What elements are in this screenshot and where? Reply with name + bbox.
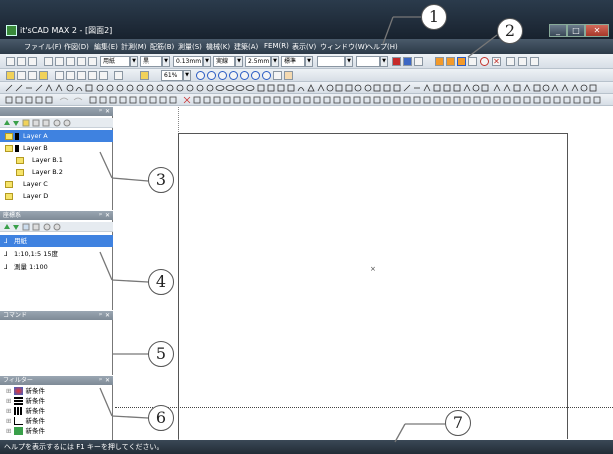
callout-leaders — [99, 16, 498, 443]
callout-7: 7 — [445, 410, 471, 436]
callout-3: 3 — [148, 167, 174, 193]
callout-5: 5 — [148, 341, 174, 367]
callout-4: 4 — [148, 269, 174, 295]
callout-1: 1 — [421, 4, 447, 30]
callout-6: 6 — [148, 405, 174, 431]
callout-2: 2 — [497, 18, 523, 44]
